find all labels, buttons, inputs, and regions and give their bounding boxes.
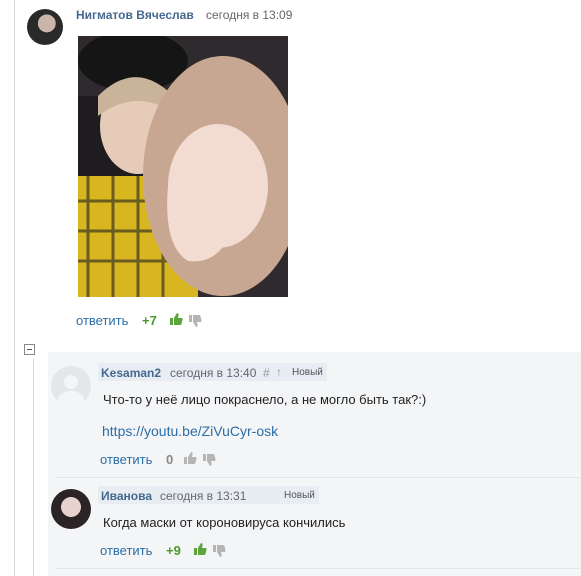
comment-link[interactable]: https://youtu.be/ZiVuCyr-osk: [102, 423, 278, 439]
new-badge: Новый: [284, 490, 315, 501]
comment-score: +7: [142, 313, 157, 328]
new-badge: Новый: [292, 367, 323, 378]
avatar-kesaman2[interactable]: [51, 366, 91, 406]
avatar-nigmatov[interactable]: [27, 9, 63, 45]
collapse-icon[interactable]: [24, 344, 35, 355]
reply-button[interactable]: ответить: [100, 543, 152, 558]
thumb-up-icon[interactable]: [169, 312, 183, 329]
comment-photo[interactable]: [78, 36, 288, 297]
thumb-up-icon[interactable]: [193, 542, 207, 559]
thumb-down-icon[interactable]: [212, 544, 226, 561]
comment-divider: [56, 477, 581, 478]
comment-divider: [56, 568, 581, 569]
thread-line: [14, 0, 15, 576]
thumb-up-icon[interactable]: [183, 451, 197, 468]
comment-author[interactable]: Нигматов Вячеслав: [76, 8, 194, 22]
reply-button[interactable]: ответить: [100, 452, 152, 467]
avatar-ivanova[interactable]: [51, 489, 91, 529]
comment-time[interactable]: сегодня в 13:31: [160, 489, 246, 503]
nested-thread-line: [33, 358, 34, 576]
user-placeholder-icon: [58, 375, 84, 406]
thumb-down-icon[interactable]: [202, 453, 216, 470]
thumb-down-icon[interactable]: [188, 314, 202, 331]
parent-arrow-icon[interactable]: ↑: [276, 365, 282, 379]
reply-button[interactable]: ответить: [76, 313, 128, 328]
comment-score: +9: [166, 543, 181, 558]
comment-text: Когда маски от короновируса кончились: [103, 515, 346, 530]
photo-image: [78, 36, 288, 297]
comment-author[interactable]: Kesaman2: [101, 366, 161, 380]
permalink-hash[interactable]: #: [263, 366, 270, 380]
comment-score: 0: [166, 452, 174, 467]
comment-text: Что-то у неё лицо покраснело, а не могло…: [103, 392, 427, 407]
comment-time[interactable]: сегодня в 13:40: [170, 366, 256, 380]
comment-author[interactable]: Иванова: [101, 489, 152, 503]
comment-time[interactable]: сегодня в 13:09: [206, 8, 292, 22]
